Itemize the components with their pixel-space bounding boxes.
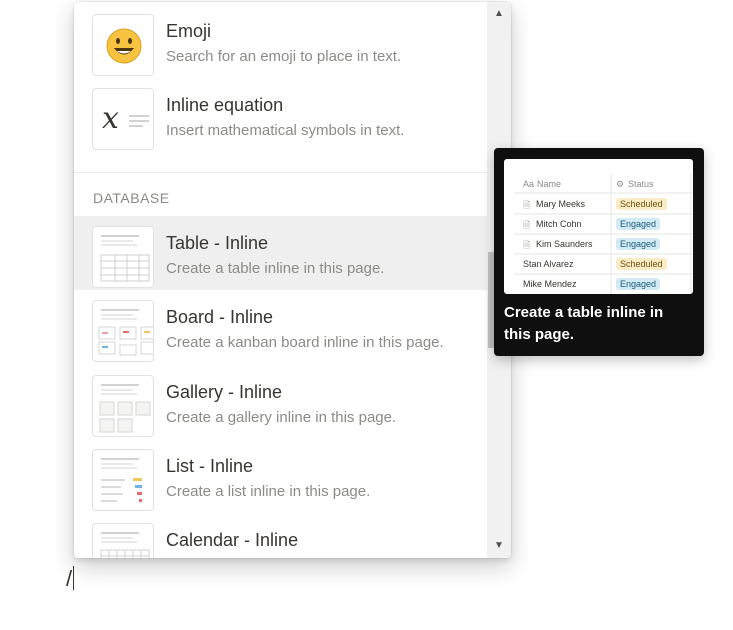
section-label-database: DATABASE [93,190,170,206]
list-icon [101,458,142,502]
kanban-icon [98,309,153,356]
page-icon: 🗎 [523,240,531,250]
gallery-thumb [92,375,154,437]
editor-typed-text[interactable]: / [66,566,72,592]
status-badge: Scheduled [616,198,667,210]
menu-item-title: Inline equation [166,95,284,115]
column-header-name: Name [537,179,562,189]
table-icon [100,235,150,282]
menu-item-desc: Create a table inline in this page. [166,260,385,277]
menu-item-gallery-inline[interactable]: Gallery - Inline Create a gallery inline… [74,365,487,439]
preview-cell-name: Mary Meeks [536,199,586,209]
text-lines-icon [129,115,149,127]
scroll-down-arrow-icon[interactable]: ▼ [487,536,511,556]
smiley-icon [106,28,142,64]
menu-item-board-inline[interactable]: Board - Inline Create a kanban board inl… [74,290,487,364]
emoji-thumb [92,14,154,76]
name-column-icon: Aa [523,179,535,189]
list-thumb [92,449,154,511]
slash-command-menu: Emoji Search for an emoji to place in te… [74,2,511,558]
menu-item-table-inline[interactable]: Table - Inline Create a table inline in … [74,216,487,290]
calendar-icon [100,532,150,558]
menu-item-desc: Create a gallery inline in this page. [166,409,397,426]
menu-item-desc: Search for an emoji to place in text. [166,48,402,65]
gallery-icon [99,384,151,433]
tooltip-text: Create a table inline in this page. [504,304,664,343]
text-caret [73,566,74,590]
menu-item-list-inline[interactable]: List - Inline Create a list inline in th… [74,439,487,513]
menu-item-desc: Create a list inline in this page. [166,483,371,500]
table-thumb [92,226,154,288]
menu-item-inline-equation[interactable]: x Inline equation Insert mathematical sy… [74,78,487,152]
menu-list: Emoji Search for an emoji to place in te… [74,2,487,558]
board-thumb [92,300,154,362]
preview-cell-name: Mike Mendez [523,279,577,289]
status-badge: Engaged [616,278,661,290]
status-badge: Engaged [616,218,661,230]
scroll-up-arrow-icon[interactable]: ▲ [487,4,511,24]
status-column-icon: ⚙ [616,179,625,189]
menu-item-title: Emoji [166,21,212,41]
menu-item-emoji[interactable]: Emoji Search for an emoji to place in te… [74,4,487,78]
preview-cell-name: Stan Alvarez [523,259,574,269]
menu-item-desc: Create a kanban board inline in this pag… [166,334,444,351]
table-preview: Aa Name ⚙ Status 🗎 Mary Meeks Scheduled … [504,159,693,294]
section-divider [74,172,487,173]
status-badge: Engaged [616,238,661,250]
calendar-thumb [92,523,154,558]
menu-item-title: Calendar - Inline [166,530,299,550]
page-icon: 🗎 [523,200,531,210]
menu-item-title: Table - Inline [166,233,269,253]
menu-item-desc: Insert mathematical symbols in text. [166,122,405,139]
menu-item-calendar-inline[interactable]: Calendar - Inline [74,513,487,558]
menu-item-title: Gallery - Inline [166,382,283,402]
preview-tooltip: Aa Name ⚙ Status 🗎 Mary Meeks Scheduled … [494,148,704,356]
menu-item-title: List - Inline [166,456,254,476]
column-header-status: Status [628,179,654,189]
preview-cell-name: Mitch Cohn [536,219,582,229]
equation-thumb: x [92,88,154,150]
preview-cell-name: Kim Saunders [536,239,593,249]
page-icon: 🗎 [523,220,531,230]
menu-item-title: Board - Inline [166,307,274,327]
status-badge: Scheduled [616,258,667,270]
